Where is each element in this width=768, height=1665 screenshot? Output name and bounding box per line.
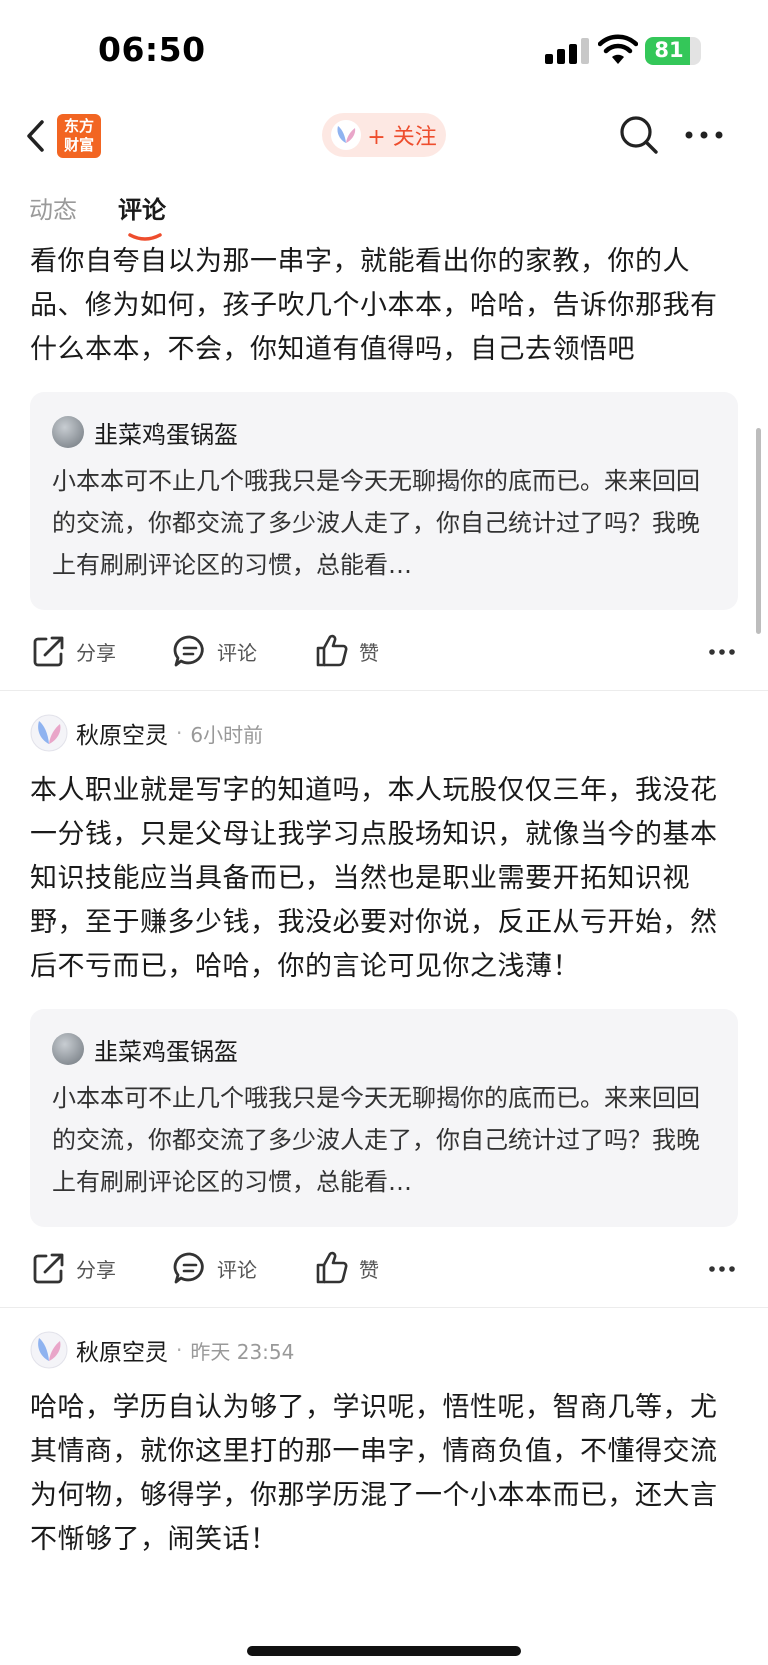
- like-label: 赞: [359, 640, 379, 665]
- quoted-comment[interactable]: 韭菜鸡蛋锅盔 小本本可不止几个哦我只是今天无聊揭你的底而已。来来回回的交流，你都…: [30, 1009, 738, 1227]
- butterfly-avatar-icon[interactable]: [30, 714, 68, 752]
- list-item: 看你自夸自以为那一串字，就能看出你的家教，你的人品、修为如何，孩子吹几个小本本，…: [0, 240, 768, 690]
- list-item: 秋原空灵 · 6小时前 本人职业就是写字的知道吗，本人玩股仅仅三年，我没花一分钱…: [0, 711, 768, 1307]
- quote-text: 小本本可不止几个哦我只是今天无聊揭你的底而已。来来回回的交流，你都交流了多少波人…: [52, 467, 700, 579]
- quote-username[interactable]: 韭菜鸡蛋锅盔: [94, 415, 238, 450]
- follow-label: + 关注: [367, 125, 437, 150]
- post-text[interactable]: 哈哈，学历自认为够了，学识呢，悟性呢，智商几等，尤其情商，就你这里打的那一串字，…: [0, 1386, 768, 1562]
- share-icon: [33, 636, 64, 667]
- thumbs-up-icon: [316, 634, 348, 667]
- comment-feed: 看你自夸自以为那一串字，就能看出你的家教，你的人品、修为如何，孩子吹几个小本本，…: [0, 240, 768, 1562]
- post-time: 昨天 23:54: [190, 1339, 295, 1364]
- share-button[interactable]: 分享: [32, 1251, 116, 1285]
- logo-line-2: 财富: [63, 136, 94, 154]
- comment-button[interactable]: 评论: [173, 1251, 257, 1285]
- tab-dynamics[interactable]: 动态: [29, 190, 77, 225]
- list-item: 秋原空灵 · 昨天 23:54 哈哈，学历自认为够了，学识呢，悟性呢，智商几等，…: [0, 1328, 768, 1562]
- post-header: 秋原空灵 · 昨天 23:54: [0, 1328, 768, 1372]
- back-arrow-icon[interactable]: [22, 116, 50, 156]
- more-icon[interactable]: [708, 1265, 736, 1273]
- like-button[interactable]: 赞: [315, 1251, 379, 1285]
- tab-bar: 动态 评论: [0, 190, 768, 241]
- divider: [0, 1307, 768, 1308]
- separator: ·: [176, 1338, 183, 1362]
- more-icon[interactable]: [708, 648, 736, 656]
- post-text[interactable]: 看你自夸自以为那一串字，就能看出你的家教，你的人品、修为如何，孩子吹几个小本本，…: [0, 240, 768, 372]
- comment-icon: [173, 1252, 204, 1284]
- share-button[interactable]: 分享: [32, 634, 116, 668]
- share-label: 分享: [76, 1257, 116, 1282]
- post-username[interactable]: 秋原空灵: [76, 1333, 168, 1367]
- comment-label: 评论: [217, 1257, 257, 1282]
- battery-icon: 81: [645, 37, 701, 65]
- quote-username[interactable]: 韭菜鸡蛋锅盔: [94, 1032, 238, 1067]
- quote-header: 韭菜鸡蛋锅盔: [52, 1031, 716, 1067]
- avatar: [52, 1033, 84, 1065]
- like-label: 赞: [359, 1257, 379, 1282]
- post-username[interactable]: 秋原空灵: [76, 716, 168, 750]
- like-button[interactable]: 赞: [315, 634, 379, 668]
- share-icon: [33, 1253, 64, 1284]
- divider: [0, 690, 768, 691]
- tab-comments[interactable]: 评论: [118, 190, 166, 225]
- thumbs-up-icon: [316, 1251, 348, 1284]
- post-actions: 分享 评论 赞: [0, 1227, 768, 1307]
- post-text[interactable]: 本人职业就是写字的知道吗，本人玩股仅仅三年，我没花一分钱，只是父母让我学习点股场…: [0, 769, 768, 989]
- status-time: 06:50: [98, 30, 206, 69]
- comment-button[interactable]: 评论: [173, 634, 257, 668]
- comment-label: 评论: [217, 640, 257, 665]
- logo-line-1: 东方: [63, 117, 94, 135]
- butterfly-avatar-icon: [331, 120, 362, 150]
- separator: ·: [176, 721, 183, 745]
- post-actions: 分享 评论 赞: [0, 610, 768, 690]
- battery-percent: 81: [654, 38, 684, 62]
- post-time: 6小时前: [190, 722, 264, 747]
- home-indicator[interactable]: [247, 1646, 521, 1656]
- quoted-comment[interactable]: 韭菜鸡蛋锅盔 小本本可不止几个哦我只是今天无聊揭你的底而已。来来回回的交流，你都…: [30, 392, 738, 610]
- quote-header: 韭菜鸡蛋锅盔: [52, 414, 716, 450]
- wifi-icon: [598, 34, 638, 64]
- status-bar: 06:50 81: [0, 0, 768, 100]
- butterfly-avatar-icon[interactable]: [30, 1331, 68, 1369]
- follow-button[interactable]: + 关注: [322, 113, 446, 157]
- search-icon[interactable]: [618, 114, 660, 156]
- post-header: 秋原空灵 · 6小时前: [0, 711, 768, 755]
- comment-icon: [173, 635, 204, 667]
- share-label: 分享: [76, 640, 116, 665]
- quote-text: 小本本可不止几个哦我只是今天无聊揭你的底而已。来来回回的交流，你都交流了多少波人…: [52, 1084, 700, 1196]
- cellular-signal-icon: [545, 38, 591, 64]
- app-logo[interactable]: 东方 财富: [57, 114, 101, 158]
- more-options-icon[interactable]: [684, 130, 724, 140]
- avatar: [52, 416, 84, 448]
- top-nav-bar: 东方 财富 + 关注: [0, 100, 768, 172]
